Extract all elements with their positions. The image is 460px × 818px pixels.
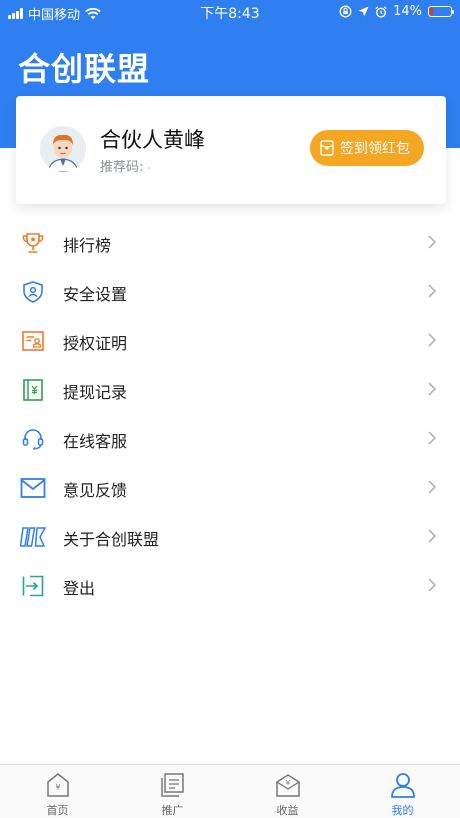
mail-icon: [20, 475, 46, 501]
tab-income[interactable]: ¥ 收益: [230, 765, 345, 818]
signin-red-packet-button[interactable]: 签到领红包: [310, 130, 424, 166]
tab-label: 收益: [276, 804, 299, 817]
chevron-right-icon: [428, 284, 437, 298]
settings-menu: 排行榜 安全设置 授权证明 提现记录 在线客服 意见反馈 关于合创联盟 登出: [0, 218, 460, 610]
menu-label: 关于合创联盟: [63, 530, 160, 549]
referral-code-value: .: [147, 158, 156, 173]
profile-icon: [390, 773, 415, 798]
status-right: 14%: [339, 4, 454, 19]
status-bar: 中国移动 下午8:43 14%: [0, 0, 460, 24]
headset-icon: [20, 426, 46, 452]
chevron-right-icon: [428, 382, 437, 396]
menu-item-feedback[interactable]: 意见反馈: [0, 463, 460, 512]
referral-code-row: 推荐码: .: [100, 156, 156, 175]
red-packet-icon: [320, 140, 334, 156]
menu-item-security[interactable]: 安全设置: [0, 267, 460, 316]
home-icon: ¥: [46, 773, 69, 797]
menu-item-ranking[interactable]: 排行榜: [0, 218, 460, 267]
menu-label: 在线客服: [63, 432, 128, 451]
referral-label: 推荐码:: [100, 160, 144, 175]
signin-button-label: 签到领红包: [340, 141, 410, 157]
avatar-illustration: [40, 126, 86, 172]
location-icon: [358, 6, 369, 17]
my-page-screen: 中国移动 下午8:43 14% 合创联盟 合伙人黄峰 推荐码: . 签到领红包 …: [0, 0, 460, 818]
menu-item-withdraw-record[interactable]: 提现记录: [0, 365, 460, 414]
chevron-right-icon: [428, 578, 437, 592]
avatar[interactable]: [40, 126, 86, 172]
rotation-lock-icon: [339, 5, 352, 18]
chevron-right-icon: [428, 529, 437, 543]
profile-card: 合伙人黄峰 推荐码: . 签到领红包: [16, 96, 446, 204]
menu-label: 提现记录: [63, 383, 128, 402]
app-title: 合创联盟: [18, 50, 151, 88]
battery-level: [430, 8, 433, 15]
trophy-icon: [20, 230, 46, 256]
menu-label: 登出: [63, 579, 96, 598]
income-icon: ¥: [275, 774, 300, 797]
menu-label: 授权证明: [63, 334, 128, 353]
chevron-right-icon: [428, 333, 437, 347]
svg-text:¥: ¥: [285, 779, 290, 787]
tab-label: 我的: [391, 804, 414, 817]
bottom-tab-bar: ¥ 首页 推广 ¥ 收益 我的: [0, 764, 460, 818]
battery-icon: [428, 6, 454, 17]
logo-icon: [20, 524, 46, 550]
chevron-right-icon: [428, 480, 437, 494]
menu-label: 安全设置: [63, 285, 128, 304]
shield-user-icon: [20, 279, 46, 305]
menu-item-online-service[interactable]: 在线客服: [0, 414, 460, 463]
tab-promote[interactable]: 推广: [115, 765, 230, 818]
chevron-right-icon: [428, 431, 437, 445]
menu-item-logout[interactable]: 登出: [0, 561, 460, 610]
menu-item-about[interactable]: 关于合创联盟: [0, 512, 460, 561]
menu-label: 排行榜: [63, 236, 112, 255]
tab-label: 推广: [161, 804, 184, 817]
chevron-right-icon: [428, 235, 437, 249]
svg-text:¥: ¥: [55, 783, 60, 792]
menu-item-authorization[interactable]: 授权证明: [0, 316, 460, 365]
battery-percent: 14%: [393, 4, 422, 19]
certificate-icon: [20, 328, 46, 354]
logout-icon: [20, 573, 46, 599]
alarm-icon: [375, 5, 387, 18]
menu-label: 意见反馈: [63, 481, 128, 500]
tab-home[interactable]: ¥ 首页: [0, 765, 115, 818]
tab-mine[interactable]: 我的: [345, 765, 460, 818]
user-name: 合伙人黄峰: [100, 128, 205, 152]
tab-label: 首页: [46, 804, 69, 817]
withdraw-record-icon: [20, 377, 46, 403]
promote-icon: [160, 773, 184, 797]
